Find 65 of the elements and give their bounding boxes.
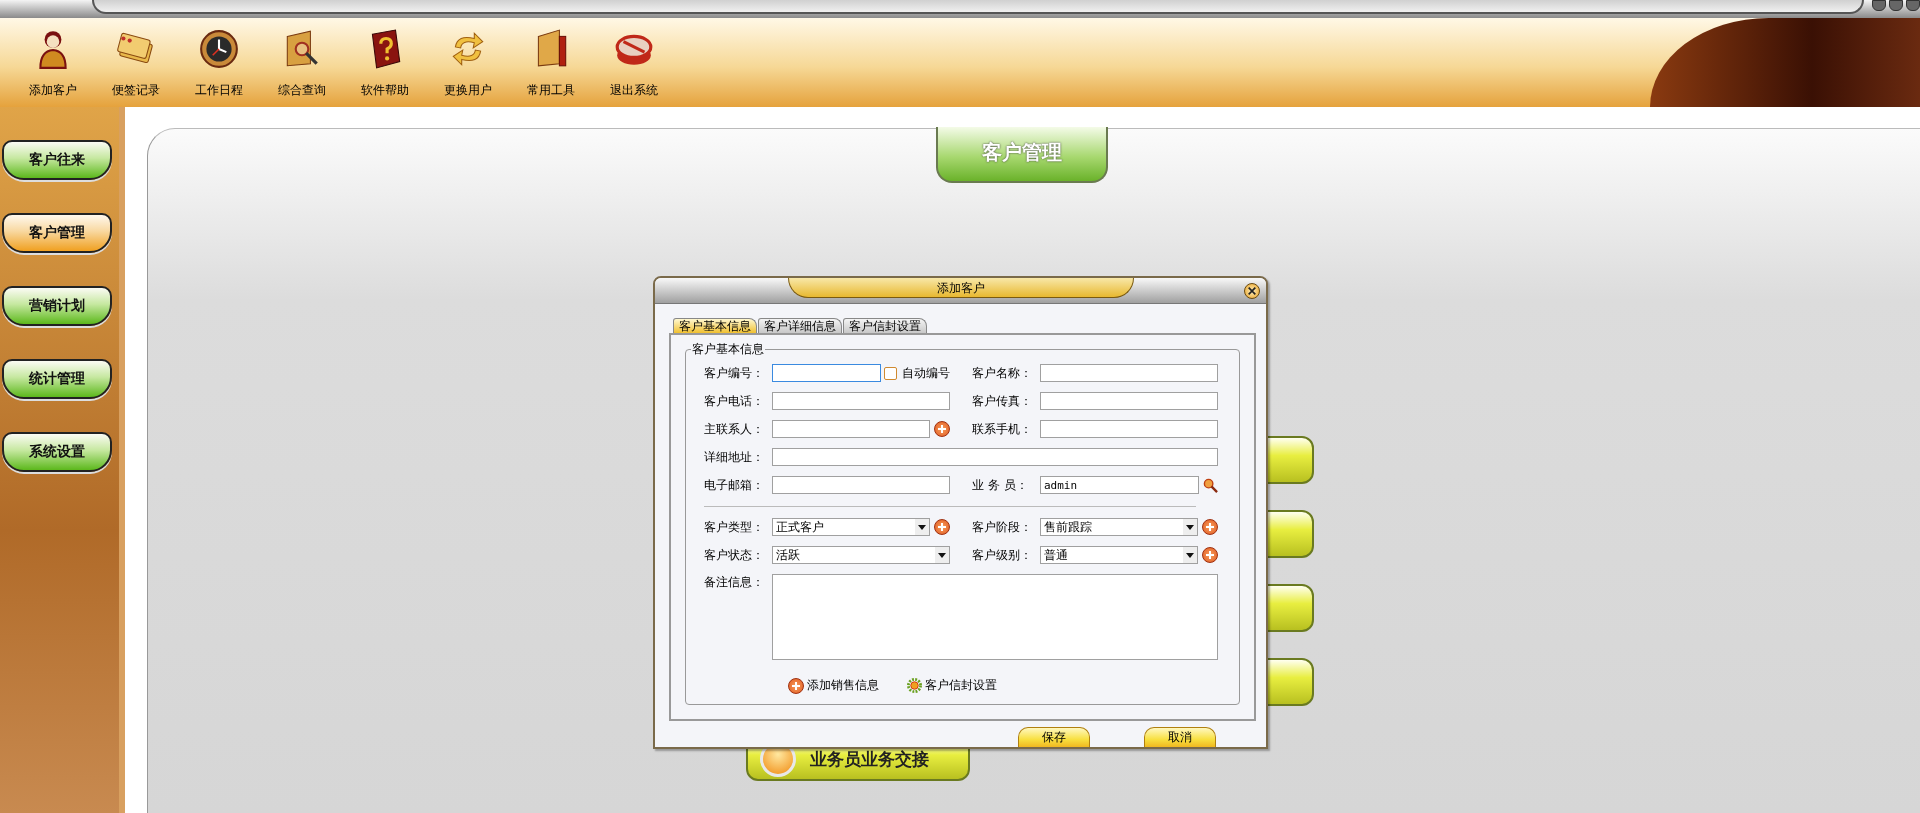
field-label: 客户编号： xyxy=(704,364,765,382)
input-field[interactable] xyxy=(772,420,930,438)
tab[interactable]: 客户基本信息 xyxy=(673,318,757,333)
toolbar-button[interactable]: 更换用户 xyxy=(427,18,509,107)
toolbar-button[interactable]: 退出系统 xyxy=(593,18,675,107)
input-field[interactable]: admin xyxy=(1040,476,1199,494)
sidebar-button[interactable]: 系统设置 xyxy=(2,432,112,472)
window-button[interactable] xyxy=(1889,0,1903,11)
input-field[interactable] xyxy=(1040,392,1218,410)
field-label: 备注信息： xyxy=(704,574,765,591)
toolbar-button[interactable]: 软件帮助 xyxy=(344,18,426,107)
sidebar-button[interactable]: 统计管理 xyxy=(2,359,112,399)
toolbar-button[interactable]: 添加客户 xyxy=(12,18,94,107)
toolbar-button[interactable]: 综合查询 xyxy=(261,18,343,107)
field-label: 客户电话： xyxy=(704,392,765,410)
tab[interactable]: 客户详细信息 xyxy=(758,318,842,333)
add-icon xyxy=(788,677,804,694)
dialog-button[interactable]: 取消 xyxy=(1144,727,1216,747)
gear-icon xyxy=(907,678,922,693)
sidebar-button[interactable]: 客户往来 xyxy=(2,140,112,180)
dialog-button[interactable]: 保存 xyxy=(1018,727,1090,747)
add-icon[interactable] xyxy=(934,519,950,535)
field-label: 主联系人： xyxy=(704,420,765,438)
add-icon[interactable] xyxy=(1202,519,1218,535)
toolbar-button[interactable]: 工作日程 xyxy=(178,18,260,107)
field-label: 客户阶段： xyxy=(972,518,1033,536)
input-field[interactable] xyxy=(1040,364,1218,382)
clock-icon xyxy=(198,28,240,70)
dropdown[interactable]: 售前跟踪 xyxy=(1040,518,1198,536)
window-button[interactable] xyxy=(1906,0,1920,11)
dialog-title: 添加客户 xyxy=(787,278,1134,298)
link-button[interactable]: 添加销售信息 xyxy=(788,677,879,694)
toolbar-button[interactable]: 常用工具 xyxy=(510,18,592,107)
field-label: 客户名称： xyxy=(972,364,1033,382)
tab[interactable]: 客户信封设置 xyxy=(843,318,927,333)
input-field[interactable] xyxy=(772,448,1218,466)
add-icon[interactable] xyxy=(1202,547,1218,563)
search-icon[interactable] xyxy=(1203,477,1218,493)
field-label: 详细地址： xyxy=(704,448,765,466)
dropdown[interactable]: 普通 xyxy=(1040,546,1198,564)
input-field[interactable] xyxy=(772,476,950,494)
toolbar-button[interactable]: 便签记录 xyxy=(95,18,177,107)
window-button[interactable] xyxy=(1872,0,1886,11)
sidebar-button[interactable]: 营销计划 xyxy=(2,286,112,326)
input-field[interactable] xyxy=(1040,420,1218,438)
add-icon[interactable] xyxy=(934,421,950,437)
field-label: 电子邮箱： xyxy=(704,476,765,494)
dropdown[interactable]: 活跃 xyxy=(772,546,950,564)
group-title: 客户基本信息 xyxy=(691,341,765,358)
field-label: 业 务 员： xyxy=(972,476,1029,494)
link-button[interactable]: 客户信封设置 xyxy=(907,677,997,694)
dropdown[interactable]: 正式客户 xyxy=(772,518,930,536)
input-field[interactable] xyxy=(772,364,881,382)
sidebar-button[interactable]: 客户管理 xyxy=(2,213,112,253)
field-label: 客户类型： xyxy=(704,518,765,536)
field-label: 联系手机： xyxy=(972,420,1033,438)
close-button[interactable] xyxy=(1244,283,1260,299)
remarks-field[interactable] xyxy=(772,574,1218,660)
checkbox[interactable] xyxy=(884,366,897,380)
field-label: 客户级别： xyxy=(972,546,1033,564)
close-icon xyxy=(1247,286,1257,296)
checkbox-label: 自动编号 xyxy=(902,364,950,382)
input-field[interactable] xyxy=(772,392,950,410)
field-label: 客户状态： xyxy=(704,546,765,564)
field-label: 客户传真： xyxy=(972,392,1033,410)
